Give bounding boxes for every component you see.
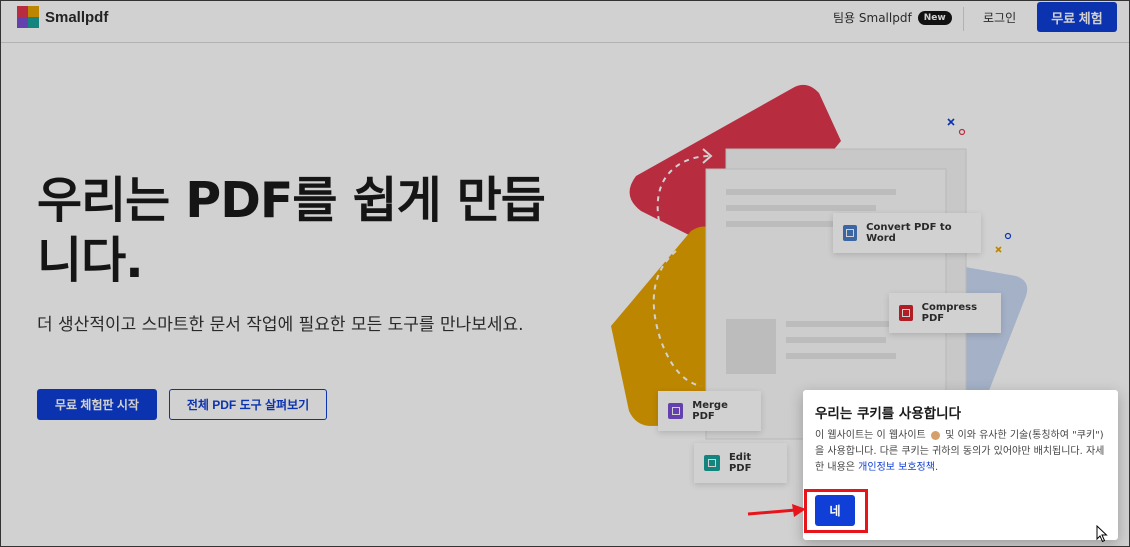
cookie-text-part1: 이 웹사이트는 이 웹사이트 bbox=[815, 430, 926, 441]
cookie-description: 이 웹사이트는 이 웹사이트 및 이와 유사한 기술(통칭하여 "쿠키")을 사… bbox=[815, 428, 1111, 476]
mouse-cursor-icon bbox=[1096, 525, 1108, 543]
cookie-title: 우리는 쿠키를 사용합니다 bbox=[815, 406, 962, 422]
cookie-text-end: . bbox=[934, 462, 939, 473]
annotation-arrow-icon bbox=[747, 504, 806, 517]
cookie-emoji-icon bbox=[930, 430, 940, 440]
privacy-policy-link[interactable]: 개인정보 보호정책 bbox=[858, 462, 935, 473]
accept-cookies-button[interactable]: 네 bbox=[815, 495, 855, 526]
browser-viewport: Smallpdf 팀용 Smallpdf New 로그인 무료 체험 우리는 P… bbox=[0, 0, 1130, 547]
